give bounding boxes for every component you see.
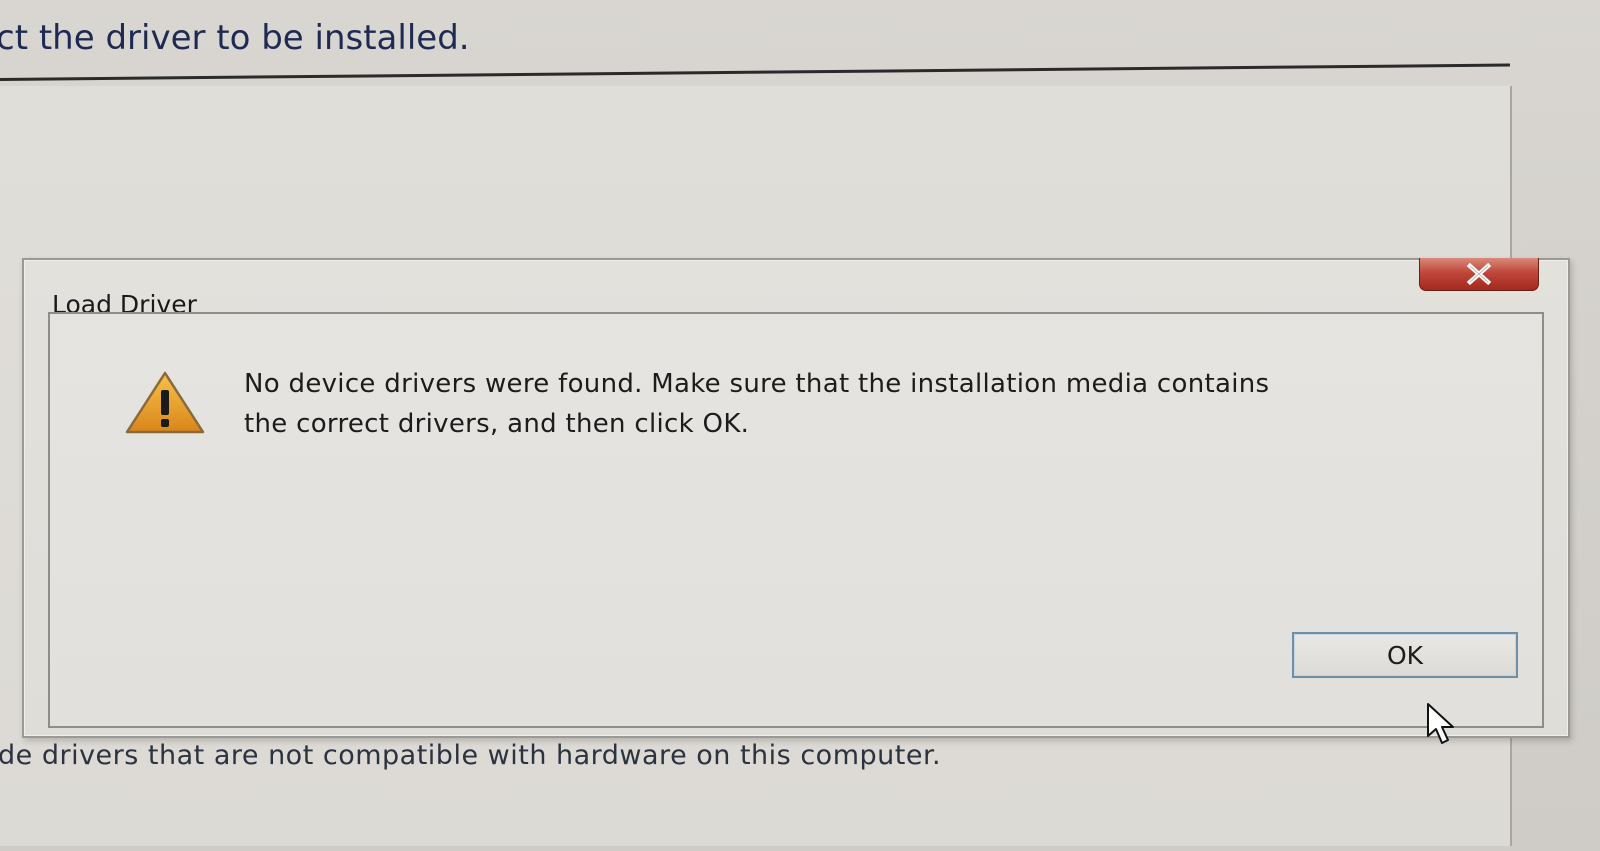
dialog-content-panel: No device drivers were found. Make sure … [48,312,1544,744]
ok-button[interactable]: OK [1292,632,1518,678]
message-line-2: the correct drivers, and then click OK. [244,409,750,439]
dialog-message: No device drivers were found. Make sure … [244,364,1504,444]
close-button[interactable] [1419,258,1539,291]
background-footer-text: de drivers that are not compatible with … [0,740,942,771]
load-driver-dialog: Load Driver No device drivers were found… [22,258,1570,744]
mouse-cursor-icon [1427,703,1454,744]
background-heading: ct the driver to be installed. [0,18,470,58]
close-icon [1466,263,1492,285]
heading-divider [0,63,1510,81]
message-line-1: No device drivers were found. Make sure … [244,369,1270,399]
warning-icon [125,371,205,434]
